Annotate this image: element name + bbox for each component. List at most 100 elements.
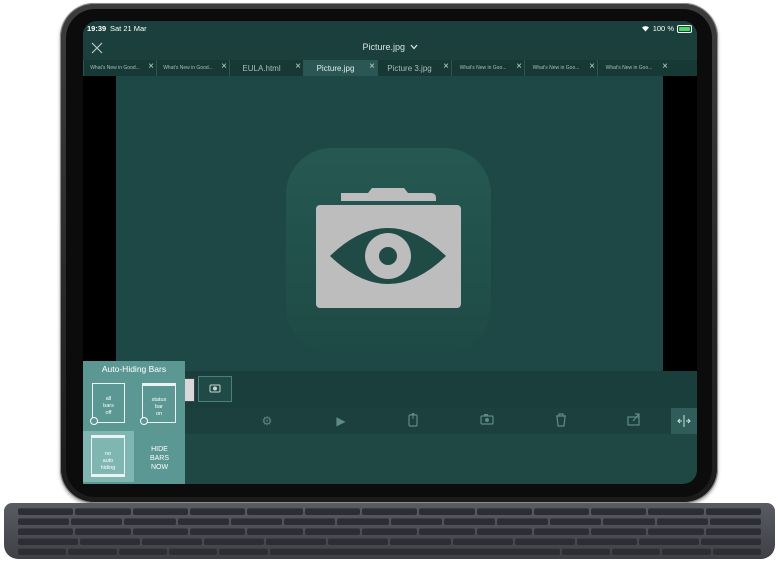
chevron-down-icon	[410, 44, 418, 50]
option-label: bars	[103, 403, 114, 409]
keyboard-key	[132, 528, 188, 535]
keyboard-key	[68, 548, 117, 555]
hide-bars-now-button[interactable]: HIDE BARS NOW	[134, 431, 185, 482]
tab-label: EULA.html	[242, 63, 281, 73]
tab[interactable]: EULA.html ×	[229, 60, 303, 76]
keyboard-key	[452, 538, 513, 545]
delete-button[interactable]	[553, 413, 569, 429]
tab-close-icon[interactable]: ×	[443, 61, 449, 72]
battery-percent: 100 %	[652, 24, 674, 33]
keyboard-key	[189, 528, 246, 535]
keyboard-key	[124, 518, 176, 525]
resize-icon	[677, 415, 691, 427]
tab-close-icon[interactable]: ×	[662, 61, 668, 72]
keyboard-key	[443, 518, 495, 525]
settings-button[interactable]: ⚙	[259, 413, 275, 429]
tab-label: What's New in Goo...	[532, 65, 580, 71]
keyboard-key	[18, 548, 67, 555]
smart-keyboard	[4, 503, 775, 559]
share-button[interactable]	[626, 413, 642, 429]
status-bar: 19:39 Sat 21 Mar 100 %	[83, 21, 697, 37]
keyboard-key	[603, 518, 655, 525]
keyboard-key	[496, 518, 549, 525]
tab-close-icon[interactable]: ×	[516, 61, 522, 72]
tab-label: What's New in Good...	[90, 65, 140, 71]
tab[interactable]: What's New in Goo... ×	[451, 60, 524, 76]
option-label: off	[105, 410, 112, 416]
keyboard-key	[71, 518, 123, 525]
thumbnail-selected[interactable]	[198, 376, 232, 402]
keyboard-key	[266, 538, 327, 545]
tab[interactable]: What's New in Good... ×	[83, 60, 156, 76]
keyboard-key	[648, 508, 704, 515]
keyboard-key	[576, 538, 637, 545]
tab[interactable]: What's New in Goo... ×	[597, 60, 670, 76]
gear-icon: ⚙	[261, 414, 273, 428]
keyboard-key	[80, 538, 141, 545]
document-title-menu[interactable]: Picture.jpg	[83, 42, 697, 52]
keyboard-key	[361, 528, 418, 535]
tab-label: What's New in Good...	[163, 65, 213, 71]
option-label: BARS	[149, 455, 170, 462]
keyboard-key	[533, 508, 590, 515]
camera-button[interactable]	[479, 413, 495, 429]
keyboard-key	[656, 518, 708, 525]
camera-icon	[209, 384, 221, 393]
option-label: all	[105, 396, 112, 402]
option-frame: no auto hiding	[91, 435, 125, 477]
tab[interactable]: What's New in Good... ×	[156, 60, 229, 76]
keyboard-key	[361, 508, 418, 515]
play-button[interactable]: ▶	[333, 413, 349, 429]
keyboard-key	[132, 508, 188, 515]
play-icon: ▶	[336, 414, 346, 428]
keyboard-key	[118, 548, 167, 555]
tab-close-icon[interactable]: ×	[369, 61, 375, 72]
keyboard-key	[419, 528, 475, 535]
option-no-auto-hiding[interactable]: no auto hiding	[83, 431, 134, 482]
option-label: on	[155, 411, 163, 417]
option-label: auto	[102, 458, 114, 464]
status-time: 19:39	[87, 24, 107, 33]
keyboard-key	[700, 538, 761, 545]
title-bar: Picture.jpg	[83, 37, 697, 60]
keyboard-key	[709, 518, 762, 525]
tab[interactable]: Picture 3.jpg ×	[377, 60, 451, 76]
keyboard-key	[177, 518, 229, 525]
keyboard-key	[561, 548, 610, 555]
resize-button[interactable]	[671, 408, 697, 434]
keyboard-key	[75, 508, 131, 515]
option-label: NOW	[150, 464, 169, 471]
phone-transfer-icon	[408, 412, 418, 427]
keyboard-key	[533, 528, 590, 535]
keyboard-key	[168, 548, 218, 555]
share-icon	[627, 413, 640, 426]
status-indicators: 100 %	[641, 24, 692, 33]
tab[interactable]: What's New in Goo... ×	[524, 60, 597, 76]
keyboard-key	[18, 538, 79, 545]
keyboard-key	[337, 518, 389, 525]
keyboard-key	[712, 548, 761, 555]
keyboard-key	[284, 518, 336, 525]
tab-label: Picture 3.jpg	[387, 63, 432, 73]
option-label: hiding	[100, 465, 116, 471]
status-date: Sat 21 Mar	[110, 24, 147, 33]
keyboard-key	[204, 538, 265, 545]
tab-close-icon[interactable]: ×	[148, 61, 154, 72]
tab-close-icon[interactable]: ×	[221, 61, 227, 72]
keyboard-key	[638, 538, 699, 545]
tab-close-icon[interactable]: ×	[589, 61, 595, 72]
tab-close-icon[interactable]: ×	[295, 61, 301, 72]
option-all-bars-off[interactable]: all bars off	[83, 379, 134, 430]
option-label: no	[104, 451, 112, 457]
option-status-bar-on[interactable]: status bar on	[134, 379, 185, 430]
auto-hiding-bars-popup: Auto-Hiding Bars all bars off status bar…	[83, 361, 185, 484]
keyboard-key	[611, 548, 661, 555]
option-label: HIDE	[151, 446, 168, 453]
keyboard-key	[390, 518, 442, 525]
timer-icon	[140, 417, 148, 425]
transfer-button[interactable]	[405, 412, 421, 429]
keyboard-key	[476, 508, 532, 515]
tab[interactable]: Picture.jpg ×	[303, 60, 377, 76]
keyboard-key	[591, 528, 647, 535]
keyboard-key	[189, 508, 246, 515]
